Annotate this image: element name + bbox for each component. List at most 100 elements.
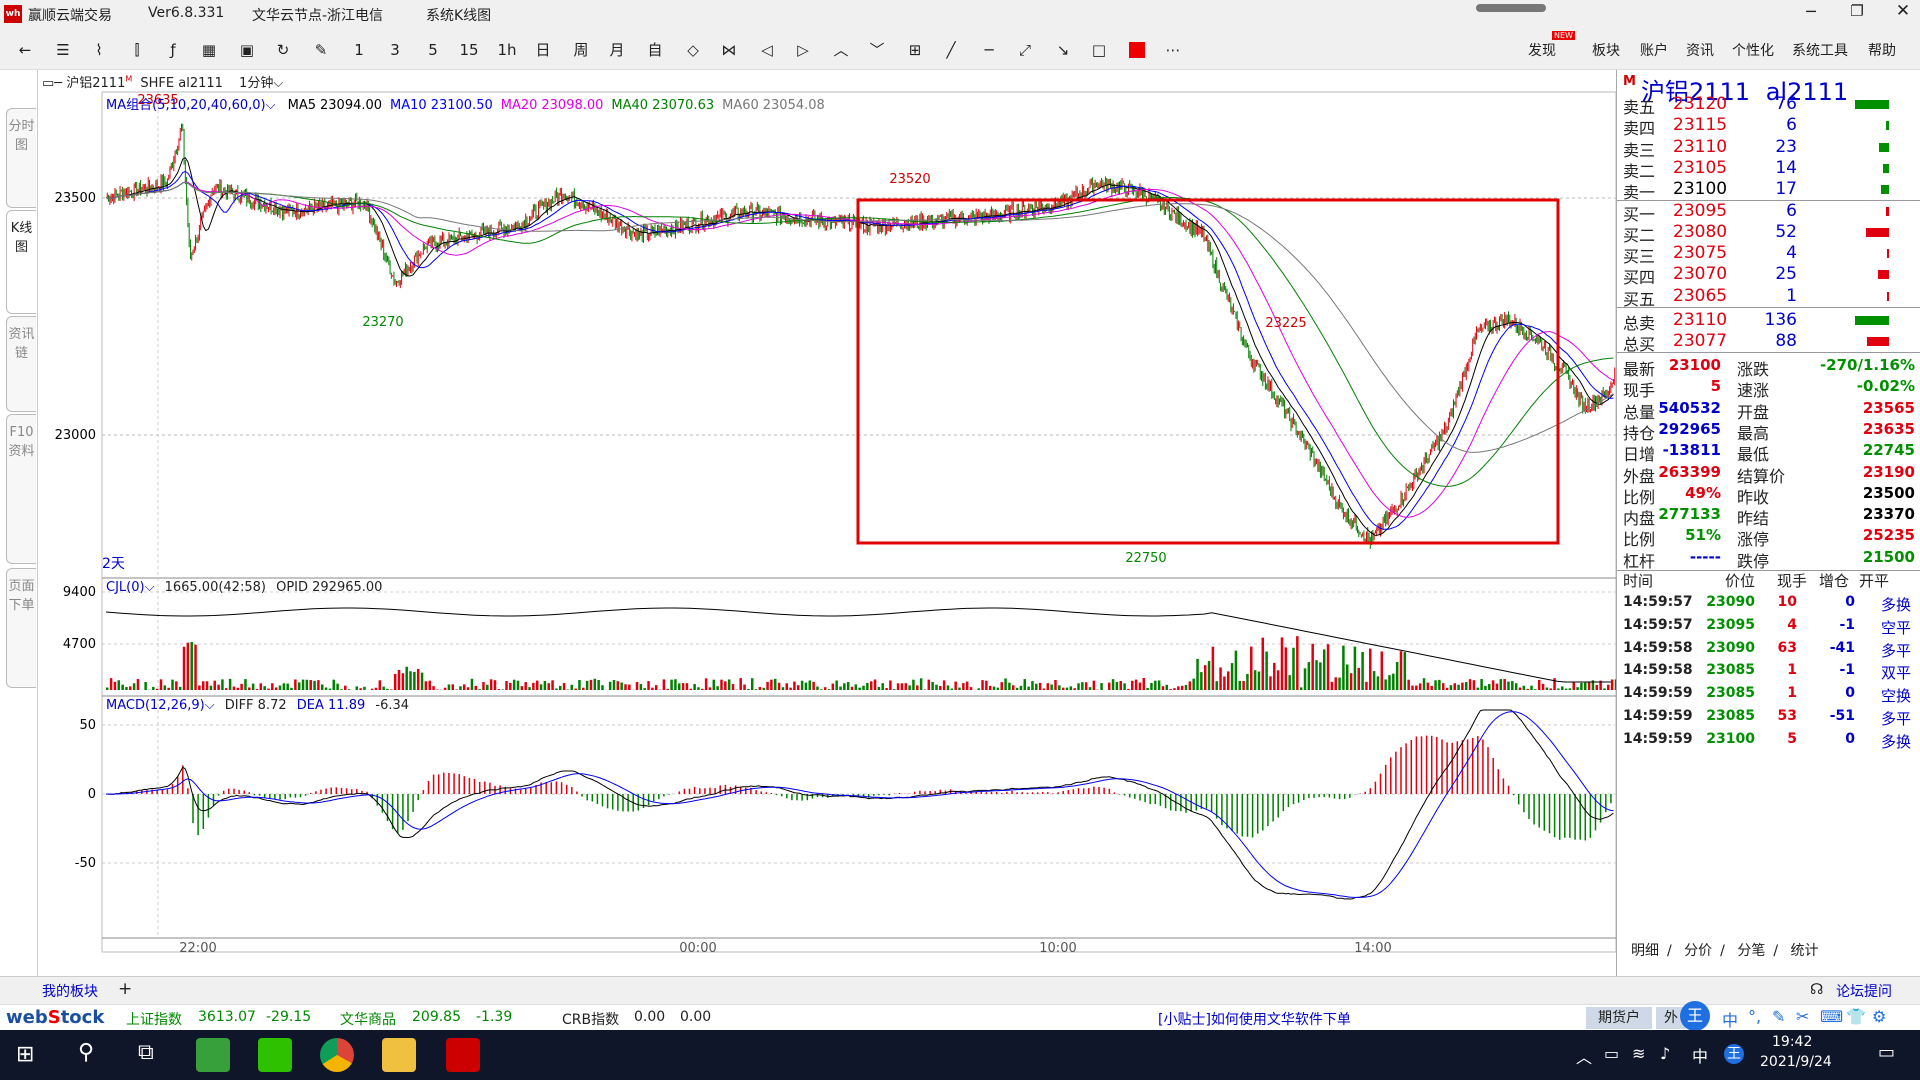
book-row-bids-0[interactable]: 买一 23095 6: [1617, 201, 1920, 224]
chevron-down-icon[interactable]: ⌵: [145, 580, 155, 595]
chevron-down-icon[interactable]: ⌵: [273, 76, 283, 91]
tick-row[interactable]: 14:59:57 23095 4 -1 空平: [1617, 617, 1920, 639]
draw-tool-icon[interactable]: ✎: [308, 38, 334, 62]
add-sector-button[interactable]: +: [118, 979, 132, 999]
period-5[interactable]: 5: [420, 38, 446, 62]
period-month[interactable]: 月: [604, 38, 630, 62]
rectangle-tool-icon[interactable]: □: [1086, 38, 1112, 62]
index-name-2[interactable]: 文华商品: [340, 1009, 396, 1029]
volume-icon[interactable]: ♪: [1660, 1044, 1670, 1063]
period-week[interactable]: 周: [568, 38, 594, 62]
tab-page-order[interactable]: 页面下单: [6, 568, 36, 688]
tip-link[interactable]: [小贴士]如何使用文华软件下单: [1158, 1009, 1351, 1029]
horizontal-line-icon[interactable]: ─: [976, 38, 1002, 62]
period-select[interactable]: 1分钟: [239, 76, 273, 91]
layout-icon[interactable]: ⊞: [902, 38, 928, 62]
book-row-asks-0[interactable]: 卖五 23120 76: [1617, 94, 1920, 117]
search-icon[interactable]: ⚲: [78, 1040, 94, 1065]
clock-time[interactable]: 19:42: [1772, 1034, 1812, 1050]
back-icon[interactable]: ←: [12, 38, 38, 62]
table-icon[interactable]: ▦: [196, 38, 222, 62]
book-row-asks-2[interactable]: 卖三 23110 23: [1617, 137, 1920, 160]
arrow-down-icon[interactable]: ﹀: [864, 38, 890, 62]
menu-help[interactable]: 帮助: [1868, 40, 1896, 60]
file-explorer-icon[interactable]: [382, 1038, 416, 1072]
tab-statistics[interactable]: 统计: [1791, 943, 1819, 959]
formula-icon[interactable]: ƒ: [160, 38, 186, 62]
maximize-icon[interactable]: ❐: [1846, 2, 1868, 24]
period-1[interactable]: 1: [346, 38, 372, 62]
menu-account[interactable]: 账户: [1640, 40, 1668, 60]
punct-icon[interactable]: °,: [1748, 1007, 1761, 1026]
shirt-icon[interactable]: 👕: [1846, 1007, 1866, 1026]
chrome-icon[interactable]: [320, 1038, 354, 1072]
tick-row[interactable]: 14:59:59 23100 5 0 多换: [1617, 731, 1920, 753]
index-name-1[interactable]: 上证指数: [126, 1009, 182, 1029]
book-row-totals-1[interactable]: 总买 23077 88: [1617, 331, 1920, 354]
menu-tools[interactable]: 系统工具: [1792, 40, 1848, 60]
task-view-icon[interactable]: ⧉: [138, 1040, 154, 1065]
pen-icon[interactable]: ✎: [1772, 1007, 1785, 1026]
trend-down-icon[interactable]: ↘: [1050, 38, 1076, 62]
tab-f10[interactable]: F10资料: [6, 414, 36, 564]
diagonal-line-icon[interactable]: ╱: [938, 38, 964, 62]
tab-detail[interactable]: 明细: [1631, 943, 1659, 959]
book-row-asks-4[interactable]: 卖一 23100 17: [1617, 179, 1920, 202]
list-icon[interactable]: ☰: [50, 38, 76, 62]
ime-logo-icon[interactable]: 王: [1680, 1001, 1710, 1031]
book-row-bids-3[interactable]: 买四 23070 25: [1617, 264, 1920, 287]
ime-mode-icon[interactable]: 中: [1722, 1007, 1738, 1031]
book-row-asks-1[interactable]: 卖四 23115 6: [1617, 115, 1920, 138]
period-3[interactable]: 3: [382, 38, 408, 62]
color-picker-icon[interactable]: [1124, 38, 1150, 62]
book-row-asks-3[interactable]: 卖二 23105 14: [1617, 158, 1920, 181]
close-icon[interactable]: ✕: [1892, 1, 1914, 23]
book-row-totals-0[interactable]: 总卖 23110 136: [1617, 310, 1920, 333]
tab-kline[interactable]: K线图: [6, 210, 36, 314]
arrow-up-icon[interactable]: ︿: [828, 38, 854, 62]
period-15[interactable]: 15: [456, 38, 482, 62]
battery-icon[interactable]: ▭: [1604, 1044, 1619, 1063]
tab-tick[interactable]: 分笔: [1737, 943, 1765, 959]
arrow-left-icon[interactable]: ◁: [754, 38, 780, 62]
minimize-icon[interactable]: ─: [1800, 2, 1822, 24]
menu-personalize[interactable]: 个性化: [1732, 40, 1774, 60]
menu-news[interactable]: 资讯: [1686, 40, 1714, 60]
ime-tray-icon[interactable]: 王: [1724, 1044, 1744, 1064]
layout-icon[interactable]: ▭─: [42, 76, 62, 91]
period-1h[interactable]: 1h: [494, 38, 520, 62]
wifi-icon[interactable]: ≋: [1632, 1044, 1645, 1063]
tick-row[interactable]: 14:59:59 23085 1 0 空换: [1617, 685, 1920, 707]
refresh-icon[interactable]: ↻: [270, 38, 296, 62]
notification-icon[interactable]: ▭: [1878, 1042, 1895, 1063]
tick-row[interactable]: 14:59:58 23090 63 -41 多平: [1617, 640, 1920, 662]
settings-icon[interactable]: ⚙: [1872, 1007, 1886, 1026]
book-row-bids-4[interactable]: 买五 23065 1: [1617, 286, 1920, 309]
windows-start-icon[interactable]: ⊞: [16, 1042, 34, 1067]
chevron-down-icon[interactable]: ⌵: [266, 98, 276, 113]
headset-icon[interactable]: ☊: [1810, 980, 1823, 998]
wenhua-app-icon[interactable]: [446, 1038, 480, 1072]
tick-row[interactable]: 14:59:59 23085 53 -51 多平: [1617, 708, 1920, 730]
vol-indicator-select[interactable]: CJL(0): [106, 580, 145, 595]
book-row-bids-1[interactable]: 买二 23080 52: [1617, 222, 1920, 245]
tab-price-dist[interactable]: 分价: [1684, 943, 1712, 959]
tab-timeshare[interactable]: 分时图: [6, 108, 36, 208]
wechat-icon[interactable]: [258, 1038, 292, 1072]
zoom-out-icon[interactable]: ◇: [680, 38, 706, 62]
kline-chart[interactable]: 23500 23000 9400 4700 50 0 -50 22:00 00:…: [38, 70, 1616, 976]
keyboard-icon[interactable]: ⌨: [1820, 1007, 1843, 1026]
tab-news-chain[interactable]: 资讯链: [6, 316, 36, 412]
ime-indicator[interactable]: 中: [1692, 1043, 1708, 1067]
chart-area[interactable]: 23500 23000 9400 4700 50 0 -50 22:00 00:…: [38, 70, 1616, 976]
period-day[interactable]: 日: [530, 38, 556, 62]
period-custom[interactable]: 自: [642, 38, 668, 62]
menu-discover[interactable]: 发现: [1528, 40, 1556, 60]
my-sector-tab[interactable]: 我的板块: [42, 981, 98, 1001]
index-name-3[interactable]: CRB指数: [562, 1009, 619, 1029]
clock-date[interactable]: 2021/9/24: [1760, 1054, 1832, 1070]
futures-account-button[interactable]: 期货户: [1586, 1007, 1652, 1029]
tick-row[interactable]: 14:59:57 23090 10 0 多换: [1617, 594, 1920, 616]
ma-group-select[interactable]: MA组合(5,10,20,40,60,0): [106, 98, 266, 113]
zoom-in-icon[interactable]: ⋈: [716, 38, 742, 62]
